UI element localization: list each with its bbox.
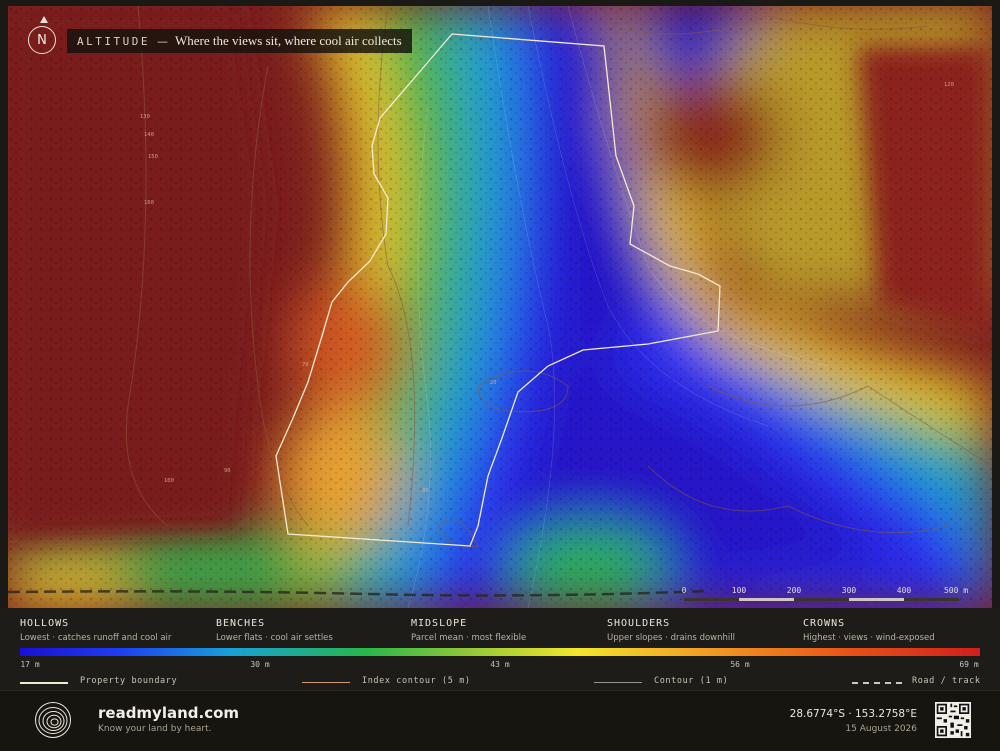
road-key-label: Road / track [912, 676, 981, 686]
scale-segment [684, 598, 739, 601]
index-contour-key-label: Index contour (5 m) [362, 676, 471, 686]
contour-label-140: 140 [144, 132, 154, 138]
qr-code-icon[interactable] [935, 702, 971, 738]
zone-desc: Parcel mean · most flexible [411, 633, 527, 643]
scale-label-200: 200 [786, 586, 802, 595]
north-arrow-icon [40, 16, 48, 23]
contour-label-20: 20 [490, 380, 497, 386]
footer: readmyland.com Know your land by heart. … [0, 690, 1000, 751]
ramp-tick-43: 43 m [490, 660, 510, 669]
brand-tagline: Know your land by heart. [98, 724, 212, 734]
map-title-subtitle: Where the views sit, where cool air coll… [174, 33, 402, 48]
scale-bar: 0 100 200 300 400 500 m [676, 586, 969, 606]
scale-label-0: 0 [681, 586, 687, 595]
zone-name: BENCHES [216, 618, 266, 629]
zone-name: HOLLOWS [20, 618, 70, 629]
elevation-map[interactable]: 130 140 150 160 70 90 100 80 20 120 N AL… [8, 6, 992, 608]
contour-label-80: 80 [422, 488, 429, 494]
scale-segment [739, 598, 794, 601]
ramp-tick-69: 69 m [959, 660, 979, 669]
contour-label-160: 160 [144, 200, 154, 206]
zone-desc: Lower flats · cool air settles [216, 633, 333, 643]
zone-shoulders: SHOULDERS Upper slopes · drains downhill [607, 618, 797, 643]
elevation-map-svg: 130 140 150 160 70 90 100 80 20 120 [8, 6, 992, 608]
map-title-dash: — [156, 34, 168, 48]
boundary-key-line [20, 682, 68, 684]
coordinates: 28.6774°S · 153.2758°E [789, 708, 917, 720]
scale-label-100: 100 [731, 586, 747, 595]
zone-name: CROWNS [803, 618, 846, 629]
zone-hollows: HOLLOWS Lowest · catches runoff and cool… [20, 618, 210, 643]
contour-label-130: 130 [140, 114, 150, 120]
contour-label-90: 90 [224, 468, 231, 474]
contour-label-70: 70 [302, 362, 309, 368]
map-title: ALTITUDE — Where the views sit, where co… [67, 29, 412, 53]
contour-key-label: Contour (1 m) [654, 676, 729, 686]
scale-segment [794, 598, 849, 601]
report-date: 15 August 2026 [845, 724, 917, 734]
index-contour-key-line [302, 682, 350, 683]
scale-label-300: 300 [841, 586, 857, 595]
elevation-color-ramp [20, 648, 980, 656]
scale-segment [904, 598, 959, 601]
zone-crowns: CROWNS Highest · views · wind-exposed [803, 618, 993, 643]
brand-link[interactable]: readmyland.com [98, 704, 239, 722]
map-title-kicker: ALTITUDE [77, 34, 150, 48]
north-label: N [37, 32, 47, 48]
scale-segment [849, 598, 904, 601]
zone-desc: Lowest · catches runoff and cool air [20, 633, 172, 643]
contour-key-line [594, 682, 642, 683]
boundary-key-label: Property boundary [80, 676, 178, 686]
contour-label-120: 120 [944, 82, 954, 88]
zone-midslope: MIDSLOPE Parcel mean · most flexible [411, 618, 601, 643]
contour-label-150: 150 [148, 154, 158, 160]
ramp-tick-30: 30 m [250, 660, 270, 669]
scale-label-400: 400 [896, 586, 912, 595]
north-compass-icon: N [28, 26, 56, 54]
zone-name: MIDSLOPE [411, 618, 468, 629]
zone-desc: Upper slopes · drains downhill [607, 633, 735, 643]
ramp-tick-17: 17 m [20, 660, 40, 669]
logo-contour-icon [35, 702, 71, 738]
ramp-tick-56: 56 m [730, 660, 750, 669]
road-key-line [852, 682, 902, 684]
contour-label-100: 100 [164, 478, 174, 484]
zone-benches: BENCHES Lower flats · cool air settles [216, 618, 406, 643]
scale-label-500: 500 m [943, 586, 969, 595]
zone-name: SHOULDERS [607, 618, 671, 629]
zone-desc: Highest · views · wind-exposed [803, 633, 935, 643]
